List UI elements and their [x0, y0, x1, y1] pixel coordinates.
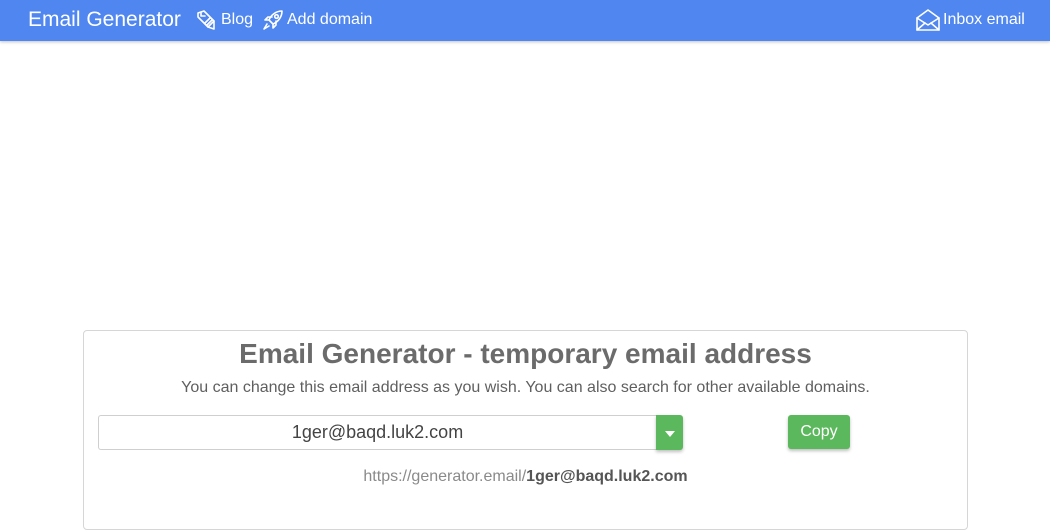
nav-blog-link[interactable]: Blog: [195, 6, 253, 34]
caret-down-icon: [664, 424, 675, 442]
nav-inbox-email-link[interactable]: Inbox email: [915, 6, 1025, 34]
email-url: https://generator.email/1ger@baqd.luk2.c…: [84, 467, 967, 487]
nav-add-domain-link[interactable]: Add domain: [261, 6, 372, 34]
pencil-icon: [195, 8, 221, 32]
email-url-prefix: https://generator.email/: [363, 468, 527, 485]
rocket-icon: [261, 8, 287, 32]
page-subtitle: You can change this email address as you…: [181, 379, 870, 396]
top-navbar: Email Generator Blog Add domain Inbox em…: [0, 0, 1050, 41]
email-url-address[interactable]: 1ger@baqd.luk2.com: [526, 468, 687, 485]
nav-blog-label: Blog: [221, 11, 254, 28]
nav-add-domain-label: Add domain: [287, 11, 373, 28]
page-title: Email Generator - temporary email addres…: [239, 338, 812, 369]
email-generator-card: Email Generator - temporary email addres…: [83, 330, 968, 530]
nav-inbox-email-label: Inbox email: [943, 11, 1025, 28]
copy-button[interactable]: Copy: [788, 415, 850, 449]
envelope-open-icon: [915, 8, 943, 32]
brand-link[interactable]: Email Generator: [28, 8, 181, 32]
email-address-input[interactable]: [98, 415, 656, 450]
domain-dropdown-button[interactable]: [656, 415, 683, 450]
